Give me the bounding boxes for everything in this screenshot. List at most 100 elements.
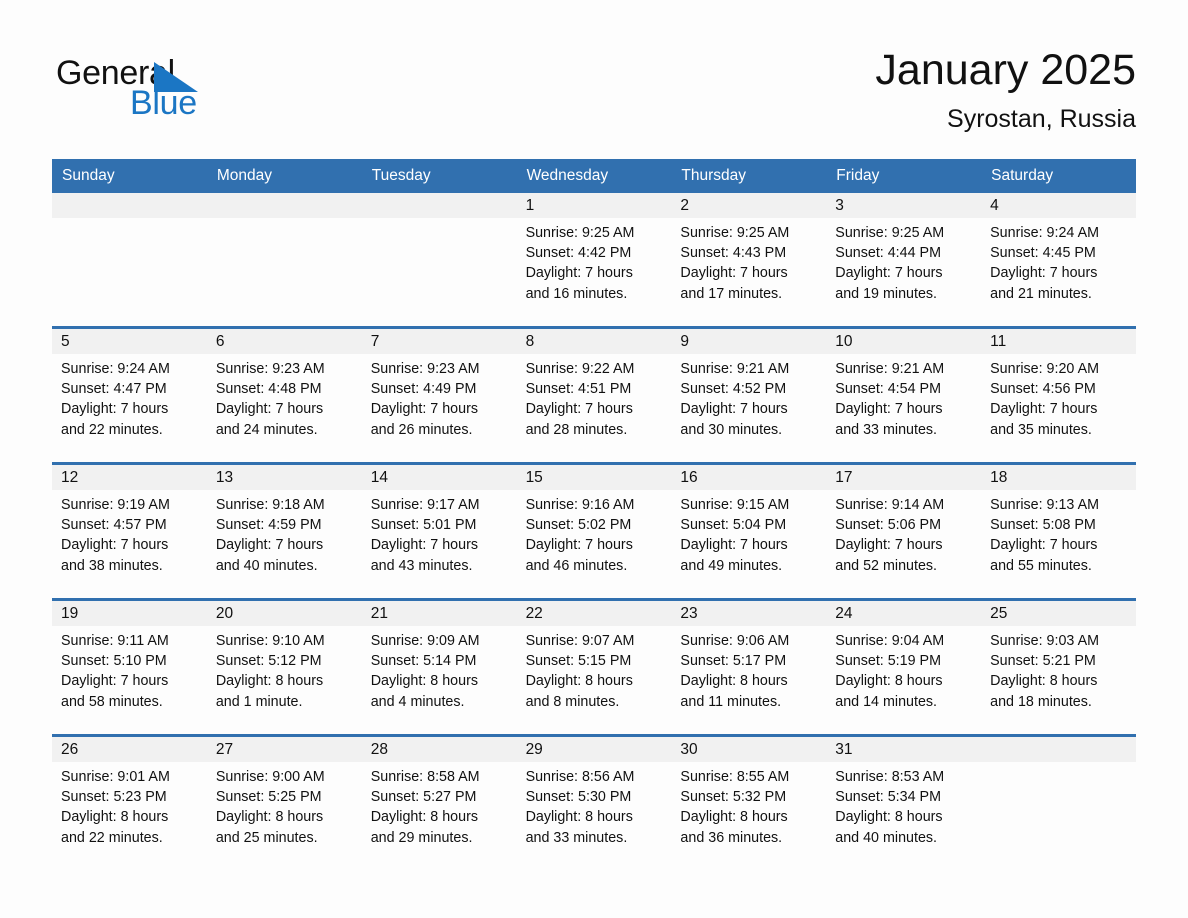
day-cell[interactable]: 15 Sunrise: 9:16 AM Sunset: 5:02 PM Dayligh… (516, 465, 672, 589)
daylight-text-line1: Daylight: 8 hours (680, 673, 788, 690)
sunset-text: Sunset: 5:17 PM (680, 653, 787, 670)
sunrise-text: Sunrise: 9:20 AM (990, 361, 1100, 377)
day-number (206, 193, 362, 218)
day-cell[interactable]: 20 Sunrise: 9:10 AM Sunset: 5:12 PM Dayligh… (206, 601, 362, 725)
sunset-text: Sunset: 4:57 PM (61, 517, 167, 534)
sunrise-text: Sunrise: 9:07 AM (525, 633, 635, 649)
day-number: 17 (826, 465, 982, 490)
day-number: 19 (52, 601, 207, 626)
sunset-text: Sunset: 5:10 PM (61, 653, 167, 670)
day-cell-empty (206, 193, 362, 317)
sunrise-text: Sunrise: 9:11 AM (61, 633, 169, 649)
daylight-text-line2: and 35 minutes. (990, 421, 1092, 438)
day-number: 3 (826, 193, 982, 218)
daylight-text-line2: and 22 minutes. (61, 421, 163, 438)
sunrise-text: Sunrise: 9:13 AM (990, 497, 1100, 513)
sunrise-text: Sunrise: 9:15 AM (680, 497, 790, 513)
day-details: Sunrise: 9:24 AM Sunset: 4:45 PM Daylight:… (981, 218, 1136, 304)
sunrise-text: Sunrise: 9:21 AM (835, 361, 945, 377)
daylight-text-line2: and 25 minutes. (215, 829, 318, 846)
day-number: 5 (52, 329, 207, 354)
day-details: Sunrise: 9:16 AM Sunset: 5:02 PM Daylight:… (517, 490, 672, 576)
day-number: 14 (361, 465, 517, 490)
day-cell[interactable]: 25 Sunrise: 9:03 AM Sunset: 5:21 PM Dayligh… (981, 601, 1136, 725)
sunset-text: Sunset: 4:54 PM (835, 381, 941, 398)
day-number: 8 (516, 329, 672, 354)
sunrise-text: Sunrise: 9:04 AM (835, 633, 945, 649)
sunset-text: Sunset: 5:25 PM (215, 789, 322, 806)
day-cell[interactable]: 9 Sunrise: 9:21 AM Sunset: 4:52 PM Daylight… (671, 329, 827, 453)
brand-logo[interactable]: General Blue (56, 54, 316, 140)
sunset-text: Sunset: 5:12 PM (215, 653, 322, 670)
day-details: Sunrise: 9:04 AM Sunset: 5:19 PM Daylight:… (826, 626, 981, 712)
day-number: 1 (516, 193, 672, 218)
daylight-text-line1: Daylight: 7 hours (61, 673, 169, 690)
daylight-text-line1: Daylight: 8 hours (215, 673, 324, 690)
day-number: 4 (981, 193, 1136, 218)
day-details: Sunrise: 9:19 AM Sunset: 4:57 PM Daylight:… (52, 490, 207, 576)
sunrise-text: Sunrise: 9:25 AM (525, 225, 635, 241)
day-cell[interactable]: 21 Sunrise: 9:09 AM Sunset: 5:14 PM Dayligh… (361, 601, 517, 725)
day-details: Sunrise: 8:58 AM Sunset: 5:27 PM Daylight:… (362, 762, 517, 848)
day-number: 13 (206, 465, 362, 490)
day-cell[interactable]: 5 Sunrise: 9:24 AM Sunset: 4:47 PM Daylight… (52, 329, 207, 453)
day-number: 9 (671, 329, 827, 354)
day-cell[interactable]: 26 Sunrise: 9:01 AM Sunset: 5:23 PM Dayligh… (52, 737, 207, 861)
week-row: 12 Sunrise: 9:19 AM Sunset: 4:57 PM Dayligh… (52, 462, 1136, 589)
location-subtitle: Syrostan, Russia (947, 105, 1136, 133)
sunrise-text: Sunrise: 8:55 AM (680, 769, 790, 785)
sunset-text: Sunset: 5:14 PM (370, 653, 477, 670)
daylight-text-line2: and 30 minutes. (680, 421, 783, 438)
day-cell[interactable]: 4 Sunrise: 9:24 AM Sunset: 4:45 PM Daylight… (981, 193, 1136, 317)
day-details: Sunrise: 9:07 AM Sunset: 5:15 PM Daylight:… (517, 626, 672, 712)
day-cell[interactable]: 12 Sunrise: 9:19 AM Sunset: 4:57 PM Dayligh… (52, 465, 207, 589)
day-cell[interactable]: 23 Sunrise: 9:06 AM Sunset: 5:17 PM Dayligh… (671, 601, 827, 725)
day-cell[interactable]: 30 Sunrise: 8:55 AM Sunset: 5:32 PM Dayligh… (671, 737, 827, 861)
day-cell[interactable]: 11 Sunrise: 9:20 AM Sunset: 4:56 PM Dayligh… (981, 329, 1136, 453)
daylight-text-line1: Daylight: 8 hours (370, 809, 478, 826)
sunset-text: Sunset: 5:04 PM (680, 517, 787, 534)
daylight-text-line1: Daylight: 7 hours (525, 401, 633, 418)
day-cell[interactable]: 29 Sunrise: 8:56 AM Sunset: 5:30 PM Dayligh… (516, 737, 672, 861)
day-cell[interactable]: 1 Sunrise: 9:25 AM Sunset: 4:42 PM Daylight… (516, 193, 672, 317)
sunrise-text: Sunrise: 9:19 AM (61, 497, 170, 513)
day-cell[interactable]: 22 Sunrise: 9:07 AM Sunset: 5:15 PM Dayligh… (516, 601, 672, 725)
day-details: Sunrise: 9:01 AM Sunset: 5:23 PM Daylight:… (52, 762, 207, 848)
day-cell[interactable]: 7 Sunrise: 9:23 AM Sunset: 4:49 PM Daylight… (361, 329, 517, 453)
day-cell[interactable]: 31 Sunrise: 8:53 AM Sunset: 5:34 PM Dayligh… (826, 737, 982, 861)
day-cell[interactable]: 27 Sunrise: 9:00 AM Sunset: 5:25 PM Dayligh… (206, 737, 362, 861)
day-cell[interactable]: 14 Sunrise: 9:17 AM Sunset: 5:01 PM Dayligh… (361, 465, 517, 589)
day-cell[interactable]: 8 Sunrise: 9:22 AM Sunset: 4:51 PM Daylight… (516, 329, 672, 453)
day-number: 20 (206, 601, 362, 626)
sunset-text: Sunset: 4:43 PM (680, 245, 787, 262)
day-cell[interactable]: 28 Sunrise: 8:58 AM Sunset: 5:27 PM Dayligh… (361, 737, 517, 861)
day-cell[interactable]: 19 Sunrise: 9:11 AM Sunset: 5:10 PM Dayligh… (52, 601, 207, 725)
day-cell[interactable]: 17 Sunrise: 9:14 AM Sunset: 5:06 PM Dayligh… (826, 465, 982, 589)
day-number: 15 (516, 465, 672, 490)
sunset-text: Sunset: 5:01 PM (370, 517, 477, 534)
day-cell[interactable]: 13 Sunrise: 9:18 AM Sunset: 4:59 PM Dayligh… (206, 465, 362, 589)
daylight-text-line1: Daylight: 7 hours (990, 537, 1098, 554)
day-number: 27 (206, 737, 362, 762)
day-cell[interactable]: 2 Sunrise: 9:25 AM Sunset: 4:43 PM Daylight… (671, 193, 827, 317)
day-cell[interactable]: 6 Sunrise: 9:23 AM Sunset: 4:48 PM Daylight… (206, 329, 362, 453)
sunset-text: Sunset: 5:34 PM (835, 789, 941, 806)
sunrise-text: Sunrise: 9:23 AM (370, 361, 480, 377)
day-cell[interactable]: 18 Sunrise: 9:13 AM Sunset: 5:08 PM Dayligh… (981, 465, 1136, 589)
week-row: 5 Sunrise: 9:24 AM Sunset: 4:47 PM Daylight… (52, 326, 1136, 453)
day-details: Sunrise: 9:13 AM Sunset: 5:08 PM Daylight:… (981, 490, 1136, 576)
sunset-text: Sunset: 4:42 PM (525, 245, 632, 262)
day-cell[interactable]: 10 Sunrise: 9:21 AM Sunset: 4:54 PM Dayligh… (826, 329, 982, 453)
day-details: Sunrise: 9:21 AM Sunset: 4:52 PM Daylight:… (671, 354, 826, 440)
weekday-tuesday: Tuesday (371, 167, 431, 184)
sunset-text: Sunset: 4:51 PM (525, 381, 632, 398)
day-cell[interactable]: 3 Sunrise: 9:25 AM Sunset: 4:44 PM Daylight… (826, 193, 982, 317)
day-details: Sunrise: 9:24 AM Sunset: 4:47 PM Daylight:… (52, 354, 207, 440)
day-cell[interactable]: 16 Sunrise: 9:15 AM Sunset: 5:04 PM Dayligh… (671, 465, 827, 589)
daylight-text-line2: and 33 minutes. (835, 421, 938, 438)
sunrise-text: Sunrise: 9:24 AM (990, 225, 1100, 241)
day-cell[interactable]: 24 Sunrise: 9:04 AM Sunset: 5:19 PM Dayligh… (826, 601, 982, 725)
calendar-page: General Blue January 2025 Syrostan, Russ… (0, 0, 1188, 918)
sunrise-text: Sunrise: 9:06 AM (680, 633, 790, 649)
day-details: Sunrise: 9:17 AM Sunset: 5:01 PM Daylight:… (362, 490, 517, 576)
